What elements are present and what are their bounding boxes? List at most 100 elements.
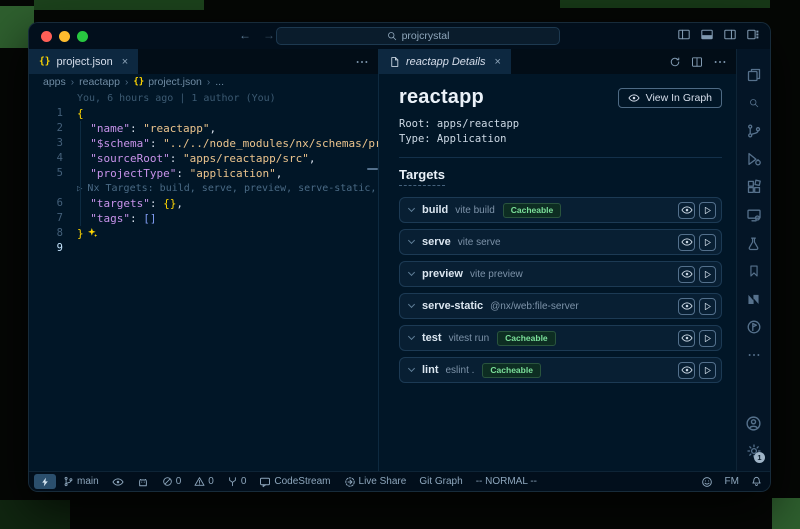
git-graph-item[interactable]: Git Graph: [419, 476, 462, 487]
chevron-down-icon[interactable]: [408, 365, 415, 372]
more-actions-icon[interactable]: [713, 55, 727, 69]
activity-item-testing-flask[interactable]: [737, 229, 770, 257]
eye-icon: [681, 236, 693, 248]
target-card-serve[interactable]: servevite serve: [399, 229, 722, 255]
gitlens-blame-annotation: You, 6 hours ago | 1 author (You): [77, 92, 378, 106]
zap-icon: [40, 476, 50, 488]
vscode-window: ← → projcrystal {} project.json × apps›r…: [28, 22, 771, 492]
line-number: 4: [29, 151, 63, 166]
activity-item-explorer-files[interactable]: [737, 61, 770, 89]
warnings-count[interactable]: 0: [194, 476, 214, 487]
activity-item-pinned-view[interactable]: [737, 313, 770, 341]
view-target-button[interactable]: [678, 362, 695, 379]
git-branch-item[interactable]: main: [63, 476, 99, 487]
target-card-lint[interactable]: linteslint .Cacheable: [399, 357, 722, 383]
view-target-button[interactable]: [678, 234, 695, 251]
scrollbar-handle[interactable]: [367, 168, 378, 170]
code-text: "$schema": "../../node_modules/nx/schema…: [63, 136, 378, 151]
warning-icon: [194, 476, 205, 487]
command-center-search[interactable]: projcrystal: [276, 27, 560, 45]
view-target-button[interactable]: [678, 266, 695, 283]
vim-mode-indicator[interactable]: -- NORMAL --: [476, 476, 537, 487]
activity-item-run-debug[interactable]: [737, 145, 770, 173]
remote-indicator[interactable]: [34, 474, 56, 489]
breadcrumb-item[interactable]: ...: [215, 76, 224, 88]
run-target-button[interactable]: [699, 330, 716, 347]
tab-close-icon[interactable]: ×: [122, 56, 128, 68]
activity-item-settings-gear[interactable]: 1: [737, 437, 770, 465]
main-area: {} project.json × apps›reactapp›{}projec…: [29, 49, 770, 471]
codestream-item[interactable]: CodeStream: [259, 476, 330, 488]
activity-item-source-control[interactable]: [737, 117, 770, 145]
target-name: serve-static: [422, 300, 483, 312]
nav-forward-icon[interactable]: →: [263, 28, 275, 42]
breadcrumb-item[interactable]: reactapp: [79, 76, 120, 88]
run-target-button[interactable]: [699, 362, 716, 379]
activity-item-nx-console[interactable]: [737, 285, 770, 313]
more-actions-icon[interactable]: [355, 55, 369, 69]
run-debug-icon: [746, 151, 762, 167]
target-card-serve-static[interactable]: serve-static@nx/web:file-server: [399, 293, 722, 319]
split-editor-icon[interactable]: [691, 56, 703, 68]
editor-group-right: reactapp Details × reactapp View In Grap…: [379, 49, 736, 471]
run-target-button[interactable]: [699, 298, 716, 315]
activity-item-bookmarks[interactable]: [737, 257, 770, 285]
cacheable-badge: Cacheable: [482, 363, 541, 378]
close-window-button[interactable]: [41, 31, 52, 42]
run-target-button[interactable]: [699, 266, 716, 283]
toggle-panel-icon[interactable]: [700, 28, 714, 41]
view-target-button[interactable]: [678, 298, 695, 315]
view-target-button[interactable]: [678, 330, 695, 347]
chevron-down-icon[interactable]: [408, 333, 415, 340]
activity-item-extensions[interactable]: [737, 173, 770, 201]
customize-layout-icon[interactable]: [746, 28, 760, 41]
code-line: 6 "targets": {},: [29, 196, 378, 211]
chevron-down-icon[interactable]: [408, 269, 415, 276]
feedback-smiley-icon[interactable]: [701, 476, 713, 488]
target-card-build[interactable]: buildvite buildCacheable: [399, 197, 722, 223]
target-card-preview[interactable]: previewvite preview: [399, 261, 722, 287]
project-root-line: Root: apps/reactapp: [399, 117, 722, 132]
view-target-button[interactable]: [678, 202, 695, 219]
source-control-icon: [746, 123, 762, 139]
breadcrumb-item[interactable]: apps: [43, 76, 66, 88]
notifications-bell-icon[interactable]: [751, 476, 762, 487]
tabbar-right: reactapp Details ×: [379, 49, 736, 74]
refresh-icon[interactable]: [669, 56, 681, 68]
nav-back-icon[interactable]: ←: [239, 28, 251, 42]
eye-icon: [628, 92, 640, 104]
tab-reactapp-details[interactable]: reactapp Details ×: [379, 49, 511, 74]
toggle-primary-sidebar-icon[interactable]: [677, 28, 691, 41]
zoom-window-button[interactable]: [77, 31, 88, 42]
activity-item-remote-explorer[interactable]: [737, 201, 770, 229]
fm-indicator[interactable]: FM: [725, 476, 739, 487]
errors-count[interactable]: 0: [162, 476, 182, 487]
sparkle-icon[interactable]: [84, 227, 98, 240]
code-line: 8}: [29, 226, 378, 241]
chevron-down-icon[interactable]: [408, 237, 415, 244]
toggle-secondary-sidebar-icon[interactable]: [723, 28, 737, 41]
activity-item-accounts[interactable]: [737, 409, 770, 437]
live-share-item[interactable]: Live Share: [344, 476, 407, 488]
bookmarks-icon: [747, 264, 761, 278]
cacheable-badge: Cacheable: [497, 331, 556, 346]
tab-project-json[interactable]: {} project.json ×: [29, 49, 138, 74]
run-target-button[interactable]: [699, 202, 716, 219]
line-number: 2: [29, 121, 63, 136]
target-card-test[interactable]: testvitest runCacheable: [399, 325, 722, 351]
activity-item-search[interactable]: [737, 89, 770, 117]
breadcrumb-item[interactable]: {}project.json: [133, 76, 202, 88]
github-octoface-icon[interactable]: [137, 476, 149, 488]
chevron-down-icon[interactable]: [408, 205, 415, 212]
tab-close-icon[interactable]: ×: [495, 56, 501, 68]
chevron-down-icon[interactable]: [408, 301, 415, 308]
activity-item-more-views[interactable]: [737, 341, 770, 369]
gitlens-blame-toggle-icon[interactable]: [112, 476, 124, 488]
run-target-button[interactable]: [699, 234, 716, 251]
code-editor[interactable]: You, 6 hours ago | 1 author (You) 1{2 "n…: [29, 90, 378, 471]
fork-icon: [227, 476, 238, 487]
view-in-graph-button[interactable]: View In Graph: [618, 88, 722, 108]
fork-count[interactable]: 0: [227, 476, 247, 487]
code-text: "name": "reactapp",: [63, 121, 216, 136]
minimize-window-button[interactable]: [59, 31, 70, 42]
